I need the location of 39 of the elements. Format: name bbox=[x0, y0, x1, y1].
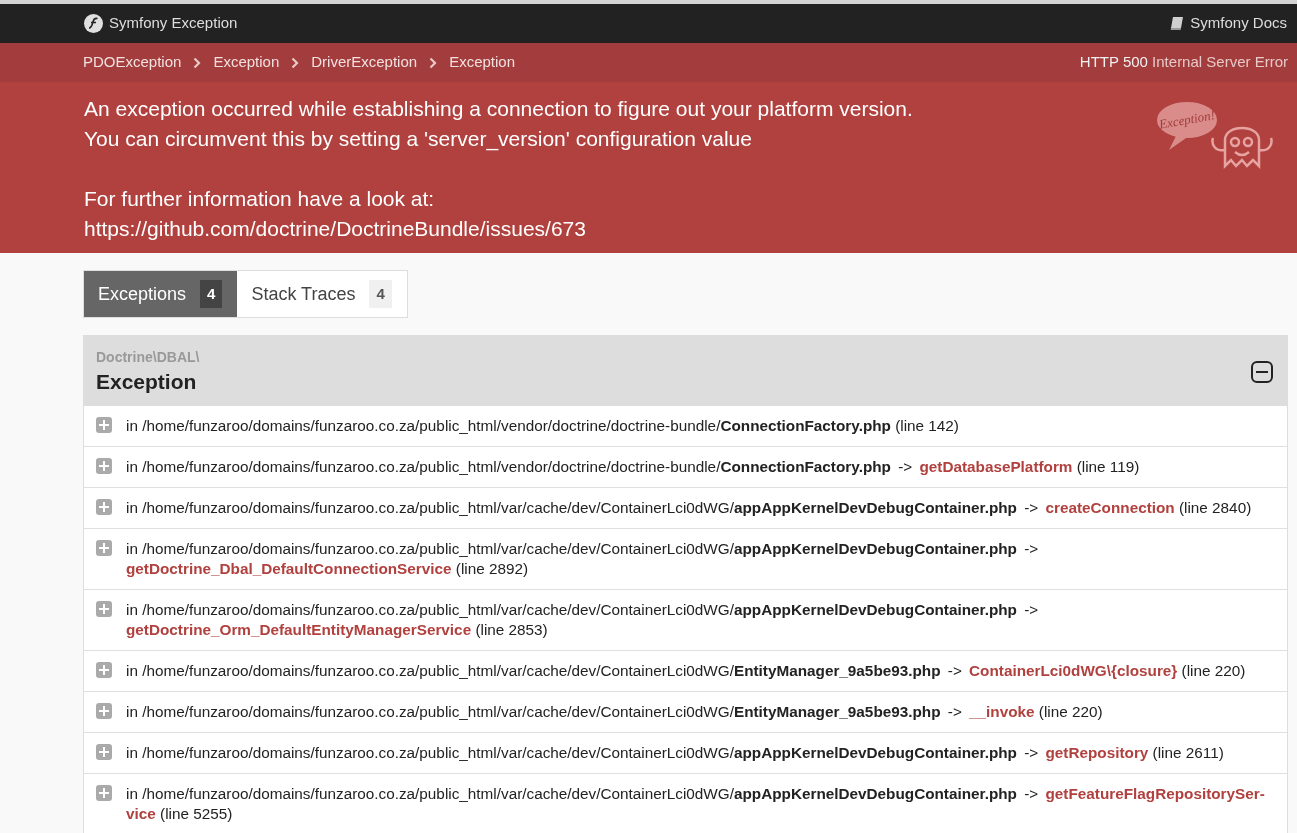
docs-link[interactable]: Symfony Docs bbox=[1170, 12, 1287, 35]
chevron-right-icon bbox=[193, 56, 202, 69]
expand-toggle[interactable] bbox=[96, 499, 112, 515]
stack-trace-line: in /home/funzaroo/domains/funzaroo.co.za/public_html/var/cache/dev/ContainerLci0dWG/appAppKernelDevDebugContainer.php -> createConnection (line 2840) bbox=[126, 498, 1252, 518]
chevron-right-icon bbox=[429, 56, 438, 69]
breadcrumb-link[interactable]: Exception bbox=[213, 51, 280, 74]
collapse-toggle[interactable] bbox=[1251, 361, 1273, 383]
app-title: Symfony Exception bbox=[109, 13, 238, 34]
expand-toggle[interactable] bbox=[96, 458, 112, 474]
stack-trace-line: in /home/funzaroo/domains/funzaroo.co.za/public_html/var/cache/dev/ContainerLci0dWG/appAppKernelDevDebugContainer.php -> getFeatureFlagRepositorySer- vice (line 5255) bbox=[126, 784, 1265, 824]
stack-trace-line: in /home/funzaroo/domains/funzaroo.co.za/public_html/var/cache/dev/ContainerLci0dWG/appAppKernelDevDebugContainer.php -> getDoctrine_Orm_DefaultEntityManagerService (line 2853) bbox=[126, 600, 1040, 640]
expand-toggle[interactable] bbox=[96, 540, 112, 556]
stack-trace-line: in /home/funzaroo/domains/funzaroo.co.za/public_html/vendor/doctrine/doctrine-bundle/ConnectionFactory.php (line 142) bbox=[126, 416, 959, 436]
exception-class: Exception bbox=[96, 369, 198, 395]
expand-toggle[interactable] bbox=[96, 601, 112, 617]
stack-trace-line: in /home/funzaroo/domains/funzaroo.co.za/public_html/var/cache/dev/ContainerLci0dWG/appAppKernelDevDebugContainer.php -> getRepository (line 2611) bbox=[126, 743, 1224, 763]
http-status: HTTP 500 Internal Server Error bbox=[1079, 52, 1288, 73]
stack-trace-line: in /home/funzaroo/domains/funzaroo.co.za/public_html/var/cache/dev/ContainerLci0dWG/EntityManager_9a5be93.php -> __invoke (line 220) bbox=[126, 702, 1103, 722]
book-icon bbox=[1170, 16, 1185, 31]
exception-namespace: Doctrine\DBAL\ bbox=[96, 348, 200, 366]
stack-trace-line: in /home/funzaroo/domains/funzaroo.co.za/public_html/var/cache/dev/ContainerLci0dWG/EntityManager_9a5be93.php -> ContainerLci0dWG\{closure} (line 220) bbox=[126, 661, 1246, 681]
expand-toggle[interactable] bbox=[96, 703, 112, 719]
breadcrumb-link[interactable]: DriverException bbox=[311, 51, 418, 74]
stack-trace-line: in /home/funzaroo/domains/funzaroo.co.za/public_html/vendor/doctrine/doctrine-bundle/ConnectionFactory.php -> getDatabasePlatform (line 119) bbox=[126, 457, 1140, 477]
expand-toggle[interactable] bbox=[96, 785, 112, 801]
expand-toggle[interactable] bbox=[96, 417, 112, 433]
breadcrumb-link[interactable]: Exception bbox=[449, 51, 515, 74]
stack-trace-line: in /home/funzaroo/domains/funzaroo.co.za/public_html/var/cache/dev/ContainerLci0dWG/appAppKernelDevDebugContainer.php -> getDoctrine_Dbal_DefaultConnectionService (line 2892) bbox=[126, 539, 1040, 579]
count-badge: 4 bbox=[369, 279, 392, 309]
chevron-right-icon bbox=[291, 56, 300, 69]
symfony-logo-icon bbox=[84, 14, 103, 33]
count-badge: 4 bbox=[200, 279, 223, 309]
breadcrumb-link[interactable]: PDOException bbox=[83, 51, 182, 74]
expand-toggle[interactable] bbox=[96, 744, 112, 760]
exception-message: For further information have a look at: https://github.com/doctrine/DoctrineBundle/issues/673 bbox=[84, 186, 587, 242]
ghost-mascot-drawing: Exception! bbox=[1155, 96, 1287, 176]
expand-toggle[interactable] bbox=[96, 662, 112, 678]
tab[interactable]: Exceptions 4 bbox=[84, 271, 238, 317]
exception-message: An exception occurred while establishing a connection to figure out your platform version. You can circumvent this by setting a 'server_version' configuration value bbox=[84, 96, 913, 153]
